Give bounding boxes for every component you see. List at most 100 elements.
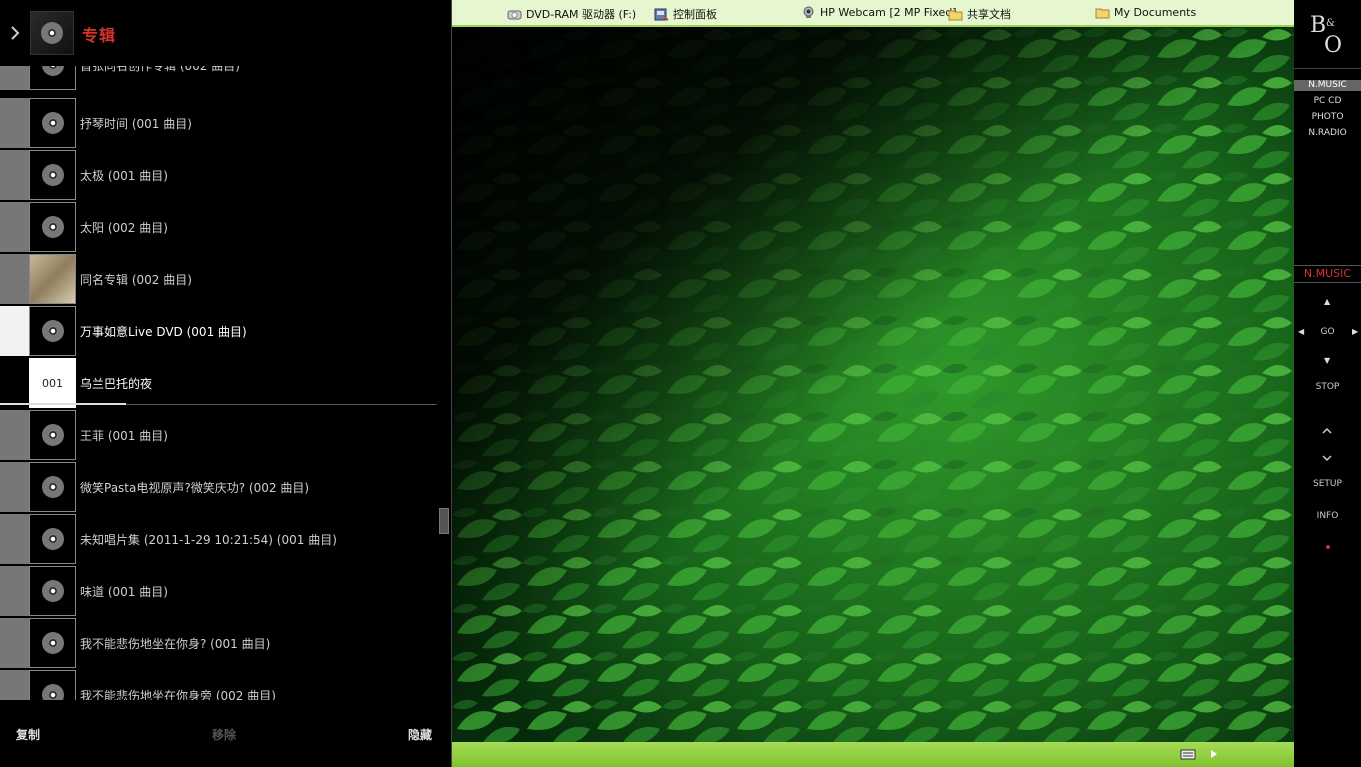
disc-icon: [41, 112, 64, 134]
shortcut-label: 控制面板: [673, 8, 717, 21]
control-panel-icon: [654, 8, 669, 21]
disc-icon: [41, 424, 64, 446]
disc-icon: [41, 476, 64, 498]
list-item[interactable]: 太阳 (002 曲目): [0, 202, 437, 254]
album-label: 未知唱片集 (2011-1-29 10:21:54) (001 曲目): [80, 533, 337, 547]
album-art: [29, 462, 76, 512]
setup-button[interactable]: SETUP: [1294, 479, 1361, 489]
album-label: 太极 (001 曲目): [80, 169, 168, 183]
album-label: 微笑Pasta电视原声?微笑庆功? (002 曲目): [80, 481, 309, 495]
remove-button[interactable]: 移除: [212, 726, 236, 743]
shortcut-label: DVD-RAM 驱动器 (F:): [526, 8, 637, 21]
album-art: [29, 254, 76, 304]
album-art: [29, 150, 76, 200]
source-photo[interactable]: PHOTO: [1294, 112, 1361, 122]
leaves-wallpaper: [452, 27, 1294, 742]
album-art: [29, 66, 76, 90]
info-button[interactable]: INFO: [1294, 511, 1361, 521]
list-item[interactable]: 王菲 (001 曲目): [0, 410, 437, 462]
list-item[interactable]: 首张同名创作专辑 (002 曲目): [0, 66, 437, 92]
album-art: [29, 670, 76, 700]
album-label: 味道 (001 曲目): [80, 585, 168, 599]
list-item[interactable]: 未知唱片集 (2011-1-29 10:21:54) (001 曲目): [0, 514, 437, 566]
chevron-right-icon[interactable]: [8, 24, 22, 42]
list-item[interactable]: 我不能悲伤地坐在你身旁 (002 曲目): [0, 670, 437, 700]
keyboard-icon[interactable]: [1180, 748, 1196, 760]
list-item[interactable]: 抒琴时间 (001 曲目): [0, 98, 437, 150]
album-label: 首张同名创作专辑 (002 曲目): [80, 66, 240, 73]
shortcut-shared-docs[interactable]: 共享文档: [948, 6, 1011, 22]
shortcut-label: HP Webcam [2 MP Fixed]: [820, 6, 957, 19]
active-source-label: N.MUSIC: [1294, 265, 1361, 283]
list-item[interactable]: 同名专辑 (002 曲目): [0, 254, 437, 306]
row-indicator: [0, 66, 29, 90]
album-art: [29, 98, 76, 148]
chevron-down-icon[interactable]: [1321, 454, 1333, 462]
album-art: [29, 566, 76, 616]
album-list[interactable]: 首张同名创作专辑 (002 曲目) 抒琴时间 (001 曲目) 太极 (001 …: [0, 66, 437, 700]
track-progress-bar: [0, 403, 126, 405]
disc-icon: [41, 22, 63, 44]
copy-button[interactable]: 复制: [16, 726, 40, 743]
row-indicator: [0, 254, 29, 304]
shortcut-control-panel[interactable]: 控制面板: [654, 6, 717, 22]
webcam-icon: [803, 6, 814, 18]
album-browser-panel: 专辑 首张同名创作专辑 (002 曲目) 抒琴时间 (001 曲目) 太极 (0…: [0, 0, 451, 767]
quick-launch-bar: DVD-RAM 驱动器 (F:) 控制面板 HP Webcam [2 MP Fi…: [452, 0, 1294, 27]
shortcut-label: 共享文档: [967, 8, 1011, 21]
album-label: 我不能悲伤地坐在你身? (001 曲目): [80, 637, 271, 651]
shortcut-label: My Documents: [1114, 6, 1197, 19]
track-number: 001: [29, 358, 76, 408]
divider: [1294, 68, 1361, 69]
folder-icon: [948, 10, 963, 20]
right-arrow-icon[interactable]: ▶: [1352, 327, 1358, 336]
play-arrow-icon[interactable]: [1209, 748, 1219, 760]
source-nmusic[interactable]: N.MUSIC: [1294, 80, 1361, 91]
hide-button[interactable]: 隐藏: [408, 726, 432, 743]
source-nradio[interactable]: N.RADIO: [1294, 128, 1361, 138]
svg-text:&: &: [1326, 18, 1335, 29]
browser-footer: 复制 移除 隐藏: [0, 700, 451, 767]
list-item[interactable]: 味道 (001 曲目): [0, 566, 437, 618]
row-indicator: [0, 410, 29, 460]
svg-text:O: O: [1324, 33, 1342, 58]
go-button[interactable]: GO: [1294, 327, 1361, 337]
scrollbar[interactable]: [438, 66, 450, 700]
list-item[interactable]: 太极 (001 曲目): [0, 150, 437, 202]
disc-icon: [41, 164, 64, 186]
album-photo: [30, 255, 75, 303]
page-title: 专辑: [82, 26, 117, 45]
dvd-drive-icon: [507, 10, 522, 19]
source-pc-cd[interactable]: PC CD: [1294, 96, 1361, 106]
row-indicator: [0, 618, 29, 668]
shortcut-my-documents[interactable]: My Documents: [1095, 6, 1196, 19]
album-art: [29, 410, 76, 460]
folder-icon: [1095, 8, 1110, 19]
standby-indicator[interactable]: [1326, 545, 1330, 549]
shortcut-webcam[interactable]: HP Webcam [2 MP Fixed]: [801, 6, 957, 19]
disc-icon: [41, 684, 64, 700]
list-item-selected[interactable]: 万事如意Live DVD (001 曲目): [0, 306, 437, 358]
disc-icon: [41, 320, 64, 342]
disc-icon: [41, 216, 64, 238]
down-arrow-icon[interactable]: ▼: [1324, 356, 1330, 365]
scroll-thumb[interactable]: [439, 508, 449, 534]
album-label: 万事如意Live DVD (001 曲目): [80, 325, 247, 339]
bo-control-panel: B & O N.MUSIC PC CD PHOTO N.RADIO N.MUSI…: [1294, 0, 1361, 767]
desktop-area: DVD-RAM 驱动器 (F:) 控制面板 HP Webcam [2 MP Fi…: [452, 0, 1294, 767]
stop-button[interactable]: STOP: [1294, 382, 1361, 392]
album-art: [29, 306, 76, 356]
list-item[interactable]: 微笑Pasta电视原声?微笑庆功? (002 曲目): [0, 462, 437, 514]
album-art: [29, 202, 76, 252]
album-art: [29, 618, 76, 668]
disc-icon: [41, 528, 64, 550]
list-item[interactable]: 我不能悲伤地坐在你身? (001 曲目): [0, 618, 437, 670]
row-indicator: [0, 202, 29, 252]
shortcut-dvd-drive[interactable]: DVD-RAM 驱动器 (F:): [507, 6, 636, 22]
album-label: 太阳 (002 曲目): [80, 221, 168, 235]
album-label: 王菲 (001 曲目): [80, 429, 168, 443]
browser-header: 专辑: [0, 0, 451, 66]
up-arrow-icon[interactable]: ▲: [1324, 297, 1330, 306]
chevron-up-icon[interactable]: [1321, 427, 1333, 435]
album-label: 同名专辑 (002 曲目): [80, 273, 192, 287]
